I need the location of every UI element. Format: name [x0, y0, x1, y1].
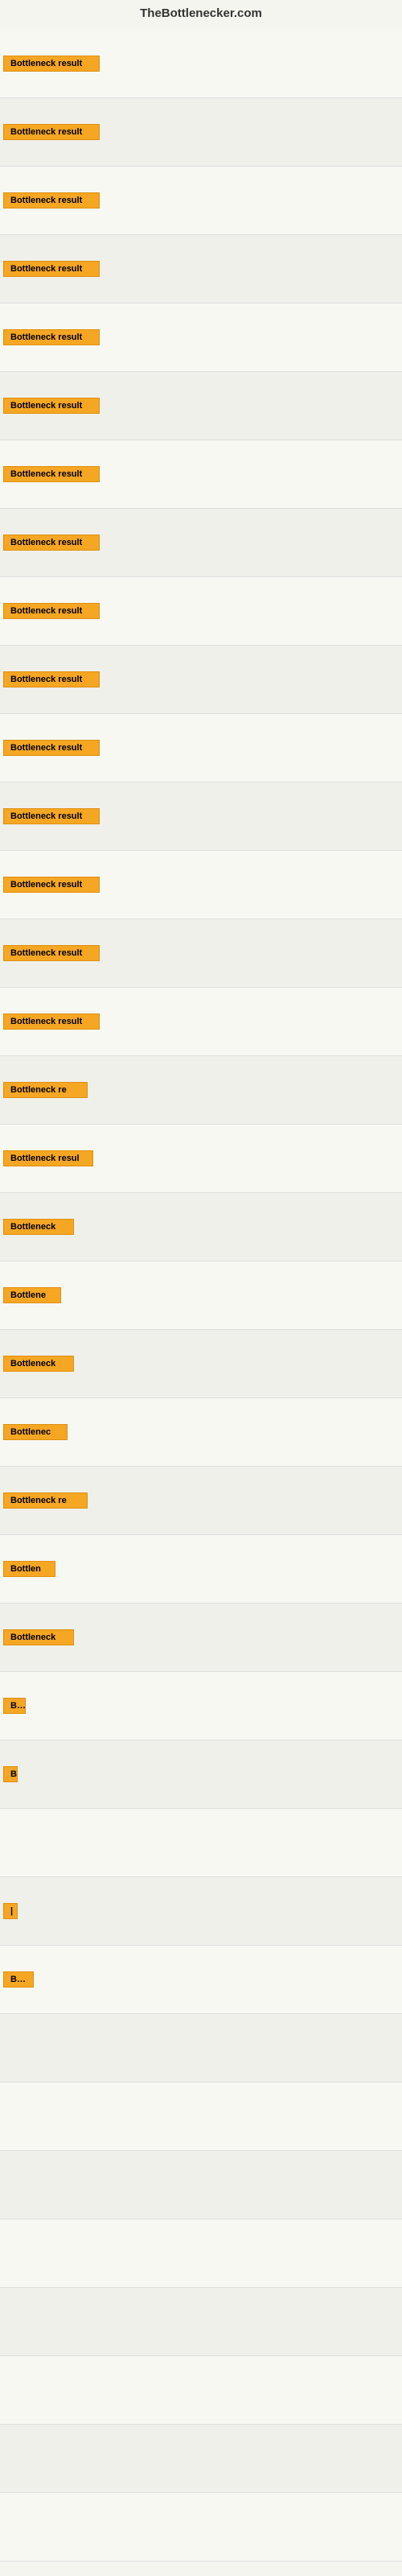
bottleneck-result-badge[interactable]: Bottleneck result: [3, 329, 100, 345]
bottleneck-result-badge[interactable]: Bottleneck resul: [3, 1150, 93, 1166]
bottleneck-result-badge[interactable]: Bottleneck result: [3, 56, 100, 72]
bottleneck-result-badge[interactable]: Bottleneck result: [3, 261, 100, 277]
list-item: Bottleneck: [0, 1604, 402, 1672]
list-item: Bottlen: [0, 1535, 402, 1604]
list-item: [0, 2288, 402, 2356]
bottleneck-result-badge[interactable]: Bottleneck result: [3, 808, 100, 824]
bottleneck-result-badge[interactable]: Bottleneck result: [3, 945, 100, 961]
list-item: [0, 2356, 402, 2425]
list-item: [0, 2493, 402, 2562]
list-item: [0, 2425, 402, 2493]
bottleneck-result-badge[interactable]: Bo: [3, 1698, 26, 1714]
list-item: [0, 2219, 402, 2288]
header: TheBottlenecker.com: [0, 0, 402, 30]
list-item: [0, 1809, 402, 1877]
list-item: [0, 2014, 402, 2083]
list-item: Bottleneck result: [0, 30, 402, 98]
list-item: Bottleneck result: [0, 303, 402, 372]
list-item: [0, 2151, 402, 2219]
list-item: Bott: [0, 1946, 402, 2014]
site-title: TheBottlenecker.com: [140, 6, 262, 20]
list-item: Bottleneck result: [0, 577, 402, 646]
list-item: |: [0, 1877, 402, 1946]
list-item: Bottleneck result: [0, 509, 402, 577]
list-item: Bottleneck result: [0, 440, 402, 509]
list-item: Bottleneck result: [0, 782, 402, 851]
list-item: Bottleneck re: [0, 1056, 402, 1125]
bottleneck-result-badge[interactable]: |: [3, 1903, 18, 1919]
list-item: Bottleneck result: [0, 167, 402, 235]
bottleneck-result-badge[interactable]: Bottleneck result: [3, 671, 100, 687]
list-item: B: [0, 1740, 402, 1809]
bottleneck-result-badge[interactable]: Bottleneck result: [3, 1013, 100, 1030]
list-item: Bottleneck result: [0, 919, 402, 988]
list-item: Bottleneck result: [0, 98, 402, 167]
bottleneck-result-badge[interactable]: Bottleneck result: [3, 398, 100, 414]
bottleneck-result-badge[interactable]: Bottleneck result: [3, 192, 100, 208]
bottleneck-result-badge[interactable]: Bottleneck re: [3, 1082, 88, 1098]
list-item: Bottleneck result: [0, 235, 402, 303]
bottleneck-result-badge[interactable]: Bottlen: [3, 1561, 55, 1577]
list-item: Bottlene: [0, 1261, 402, 1330]
bottleneck-result-badge[interactable]: Bottleneck result: [3, 877, 100, 893]
list-item: Bottleneck: [0, 1193, 402, 1261]
bottleneck-result-badge[interactable]: B: [3, 1766, 18, 1782]
bottleneck-result-badge[interactable]: Bottleneck result: [3, 466, 100, 482]
bottleneck-result-badge[interactable]: Bottlene: [3, 1287, 61, 1303]
list-item: Bottleneck re: [0, 1467, 402, 1535]
list-item: Bottleneck result: [0, 372, 402, 440]
bottleneck-result-badge[interactable]: Bottleneck result: [3, 535, 100, 551]
list-item: Bottleneck result: [0, 988, 402, 1056]
list-item: Bottleneck result: [0, 851, 402, 919]
bottleneck-result-badge[interactable]: Bott: [3, 1971, 34, 1988]
list-item: Bottleneck resul: [0, 1125, 402, 1193]
list-item: Bottleneck result: [0, 646, 402, 714]
bottleneck-result-badge[interactable]: Bottleneck: [3, 1219, 74, 1235]
bottleneck-result-badge[interactable]: Bottleneck result: [3, 603, 100, 619]
list-item: Bottleneck result: [0, 714, 402, 782]
list-item: Bo: [0, 1672, 402, 1740]
bottleneck-result-badge[interactable]: Bottleneck re: [3, 1492, 88, 1509]
list-item: [0, 2083, 402, 2151]
bottleneck-result-badge[interactable]: Bottleneck result: [3, 124, 100, 140]
bottleneck-result-badge[interactable]: Bottlenec: [3, 1424, 68, 1440]
list-item: Bottleneck: [0, 1330, 402, 1398]
bottleneck-result-badge[interactable]: Bottleneck result: [3, 740, 100, 756]
list-item: Bottlenec: [0, 1398, 402, 1467]
bottleneck-result-badge[interactable]: Bottleneck: [3, 1629, 74, 1645]
bottleneck-result-badge[interactable]: Bottleneck: [3, 1356, 74, 1372]
